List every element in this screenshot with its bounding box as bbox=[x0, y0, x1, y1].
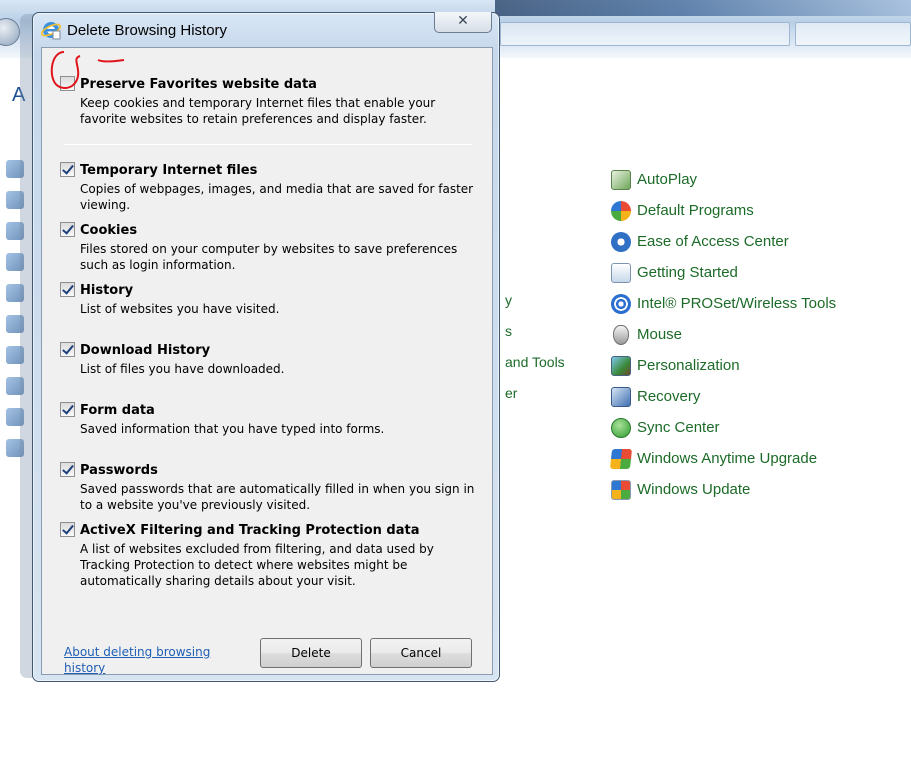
personalization-icon bbox=[611, 355, 631, 376]
default-programs-icon bbox=[611, 200, 631, 221]
ease-of-access-icon bbox=[611, 231, 631, 252]
cp-item-label: Personalization bbox=[637, 357, 740, 374]
option-description: Copies of webpages, images, and media th… bbox=[80, 182, 474, 212]
cp-item-mouse[interactable]: Mouse bbox=[611, 319, 836, 350]
close-icon: ✕ bbox=[457, 13, 469, 29]
cp-item-label: Default Programs bbox=[637, 202, 754, 219]
history-checkbox[interactable] bbox=[60, 282, 75, 297]
cp-item-label: Ease of Access Center bbox=[637, 233, 789, 250]
option-title[interactable]: Passwords bbox=[80, 463, 158, 478]
option-title[interactable]: Preserve Favorites website data bbox=[80, 77, 317, 92]
cancel-button[interactable]: Cancel bbox=[370, 638, 472, 668]
cp-item-label: Sync Center bbox=[637, 419, 720, 436]
cp-item-default-programs[interactable]: Default Programs bbox=[611, 195, 836, 226]
cp-item-windows-update[interactable]: Windows Update bbox=[611, 474, 836, 505]
preserve-favorites-checkbox[interactable] bbox=[60, 76, 75, 91]
option-description: List of files you have downloaded. bbox=[80, 362, 285, 376]
windows-update-icon bbox=[611, 479, 631, 500]
cookies-checkbox[interactable] bbox=[60, 222, 75, 237]
dialog-titlebar[interactable]: Delete Browsing History ✕ bbox=[33, 12, 499, 47]
cp-item-label: Getting Started bbox=[637, 264, 738, 281]
control-panel-titlebar bbox=[495, 0, 911, 16]
option-title[interactable]: Temporary Internet files bbox=[80, 163, 257, 178]
cp-item-sync-center[interactable]: Sync Center bbox=[611, 412, 836, 443]
option-title[interactable]: Download History bbox=[80, 343, 210, 358]
option-title[interactable]: ActiveX Filtering and Tracking Protectio… bbox=[80, 523, 420, 538]
sync-center-icon bbox=[611, 417, 631, 438]
cp-item-label: AutoPlay bbox=[637, 171, 698, 188]
option-description: Keep cookies and temporary Internet file… bbox=[80, 96, 436, 126]
cp-item-getting-started[interactable]: Getting Started bbox=[611, 257, 836, 288]
delete-browsing-history-dialog: Delete Browsing History ✕ Preserve Favor… bbox=[32, 12, 500, 682]
option-description: Files stored on your computer by website… bbox=[80, 242, 458, 272]
cp-item-label: Recovery bbox=[637, 388, 701, 405]
activex-tracking-protection-checkbox[interactable] bbox=[60, 522, 75, 537]
delete-button[interactable]: Delete bbox=[260, 638, 362, 668]
dialog-content: Preserve Favorites website data Keep coo… bbox=[41, 47, 493, 675]
cp-item-label: Windows Anytime Upgrade bbox=[637, 450, 818, 467]
option-title[interactable]: Form data bbox=[80, 403, 155, 418]
option-description: Saved information that you have typed in… bbox=[80, 422, 385, 436]
internet-explorer-icon bbox=[41, 22, 61, 40]
download-history-checkbox[interactable] bbox=[60, 342, 75, 357]
cp-item-label: Intel® PROSet/Wireless Tools bbox=[637, 295, 837, 312]
separator bbox=[64, 144, 472, 145]
passwords-checkbox[interactable] bbox=[60, 462, 75, 477]
option-title[interactable]: Cookies bbox=[80, 223, 137, 238]
option-description: Saved passwords that are automatically f… bbox=[80, 482, 475, 512]
search-box[interactable] bbox=[795, 22, 911, 46]
dialog-title: Delete Browsing History bbox=[67, 22, 228, 39]
form-data-checkbox[interactable] bbox=[60, 402, 75, 417]
about-deleting-browsing-history-link[interactable]: About deleting browsing history bbox=[64, 644, 234, 676]
cp-item-anytime-upgrade[interactable]: Windows Anytime Upgrade bbox=[609, 443, 836, 474]
cp-item-recovery[interactable]: Recovery bbox=[611, 381, 836, 412]
address-bar[interactable] bbox=[500, 22, 790, 46]
cp-item-personalization[interactable]: Personalization bbox=[611, 350, 836, 381]
recovery-icon bbox=[611, 386, 631, 407]
partial-label[interactable]: y bbox=[505, 292, 512, 308]
partial-label[interactable]: er bbox=[505, 385, 517, 401]
option-description: A list of websites excluded from filteri… bbox=[80, 542, 434, 588]
mouse-icon bbox=[613, 324, 629, 345]
option-description: List of websites you have visited. bbox=[80, 302, 280, 316]
cp-item-label: Mouse bbox=[637, 326, 683, 343]
partial-label[interactable]: and Tools bbox=[505, 354, 565, 370]
anytime-upgrade-icon bbox=[609, 448, 633, 469]
getting-started-icon bbox=[611, 262, 631, 283]
cp-item-ease-of-access[interactable]: Ease of Access Center bbox=[611, 226, 836, 257]
close-button[interactable]: ✕ bbox=[434, 12, 492, 33]
cp-item-autoplay[interactable]: AutoPlay bbox=[611, 164, 836, 195]
control-panel-list: AutoPlay Default Programs Ease of Access… bbox=[609, 164, 836, 505]
option-title[interactable]: History bbox=[80, 283, 133, 298]
temporary-internet-files-checkbox[interactable] bbox=[60, 162, 75, 177]
cp-item-label: Windows Update bbox=[637, 481, 751, 498]
cp-item-intel-wireless[interactable]: Intel® PROSet/Wireless Tools bbox=[611, 288, 836, 319]
autoplay-icon bbox=[611, 169, 631, 190]
wireless-icon bbox=[611, 293, 631, 314]
partial-label[interactable]: s bbox=[505, 323, 512, 339]
